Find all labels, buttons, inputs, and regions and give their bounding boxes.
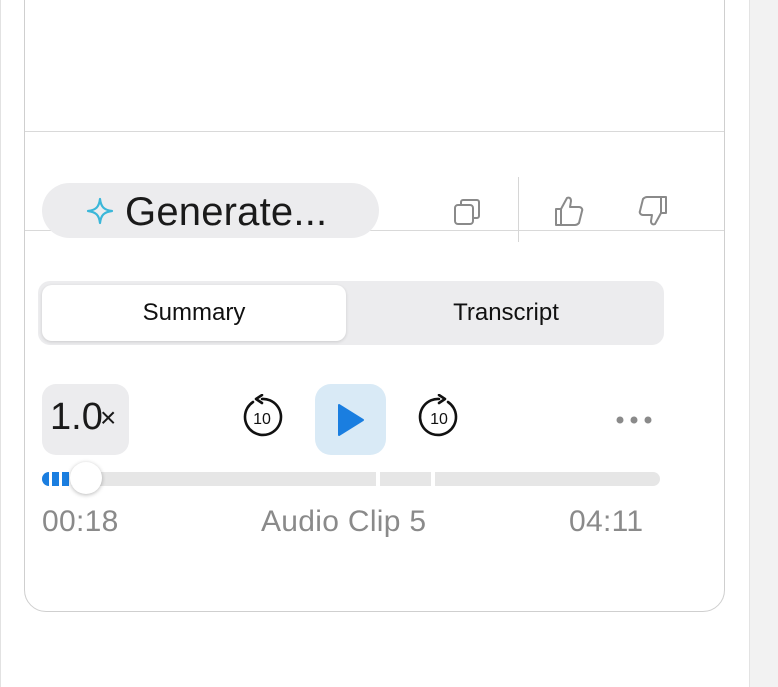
divider [25, 131, 724, 132]
skip-back-10-icon[interactable]: 10 [239, 394, 285, 440]
summary-transcript-tabs: Summary Transcript [38, 281, 664, 345]
skip-back-label: 10 [253, 411, 271, 428]
sparkle-icon [86, 197, 114, 225]
tab-transcript[interactable]: Transcript [352, 281, 660, 345]
generate-label: Generate... [125, 190, 328, 234]
play-icon [338, 404, 364, 436]
duration: 04:11 [569, 505, 644, 538]
copy-icon[interactable] [452, 197, 482, 227]
skip-forward-10-icon[interactable]: 10 [416, 394, 462, 440]
segment-marker [430, 469, 435, 489]
speed-suffix: × [100, 402, 117, 433]
window-left-edge [0, 0, 1, 687]
tab-summary-label[interactable]: Summary [42, 281, 346, 345]
clip-title: Audio Clip 5 [261, 505, 427, 538]
thumbs-down-icon[interactable] [636, 194, 670, 228]
toolbar-separator [518, 177, 519, 242]
segment-marker [376, 469, 381, 489]
more-options-icon[interactable] [614, 414, 654, 426]
scroll-gutter [749, 0, 778, 687]
play-button[interactable] [315, 384, 386, 455]
current-time: 00:18 [42, 505, 119, 538]
playback-speed-button[interactable]: 1.0 × [42, 384, 129, 455]
progress-track[interactable] [42, 462, 660, 494]
skip-forward-label: 10 [430, 411, 448, 428]
speed-value: 1.0 [50, 396, 103, 438]
thumbs-up-icon[interactable] [552, 194, 586, 228]
generate-button[interactable]: Generate... [42, 183, 379, 238]
